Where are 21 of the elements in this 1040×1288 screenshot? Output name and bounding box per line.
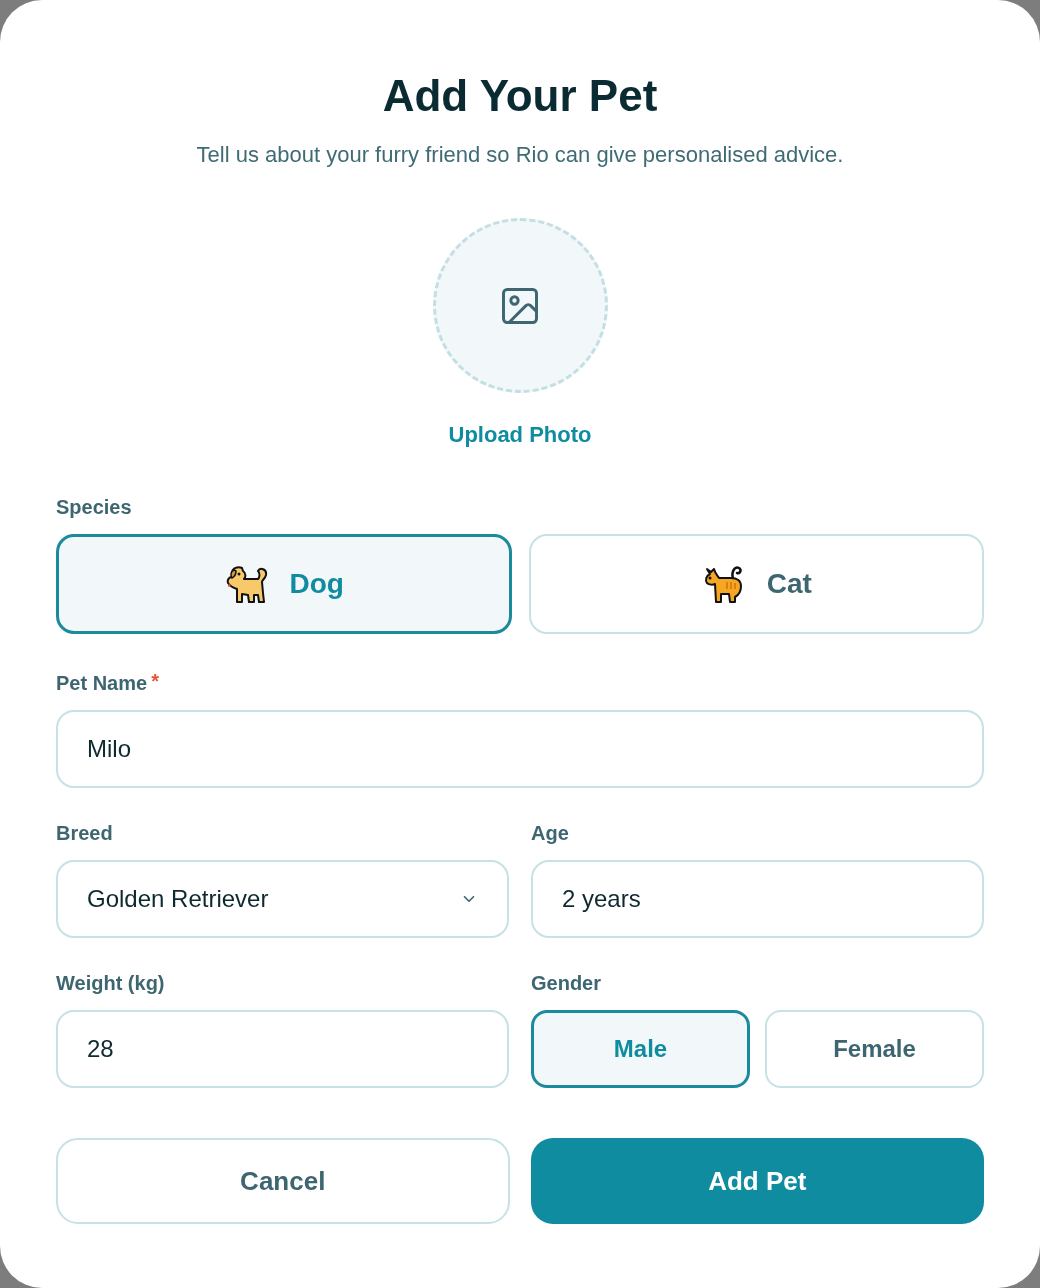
gender-label: Gender	[531, 971, 602, 996]
species-label: Species	[56, 495, 132, 520]
age-label: Age	[531, 821, 569, 846]
weight-label: Weight (kg)	[56, 971, 165, 996]
breed-select[interactable]: Golden Retriever	[56, 860, 509, 938]
breed-value: Golden Retriever	[87, 884, 269, 914]
age-input[interactable]: 2 years	[531, 860, 984, 938]
species-option[interactable]: Dog	[56, 534, 512, 634]
gender-option[interactable]: Female	[765, 1010, 984, 1088]
dialog-subtitle: Tell us about your furry friend so Rio can give personalised advice.	[196, 141, 844, 169]
breed-label: Breed	[56, 821, 113, 846]
dialog-title: Add Your Pet	[382, 70, 658, 122]
pet-name-label: Pet Name	[56, 671, 148, 696]
weight-input[interactable]: 28	[56, 1010, 509, 1088]
required-mark: *	[151, 670, 159, 692]
upload-photo-link[interactable]: Upload Photo	[448, 421, 592, 449]
add-pet-button[interactable]: Add Pet	[530, 1138, 984, 1224]
cancel-button[interactable]: Cancel	[56, 1138, 510, 1224]
gender-option[interactable]: Male	[531, 1010, 750, 1088]
pet-name-input[interactable]: Milo	[56, 710, 984, 788]
species-option[interactable]: Cat	[528, 534, 984, 634]
